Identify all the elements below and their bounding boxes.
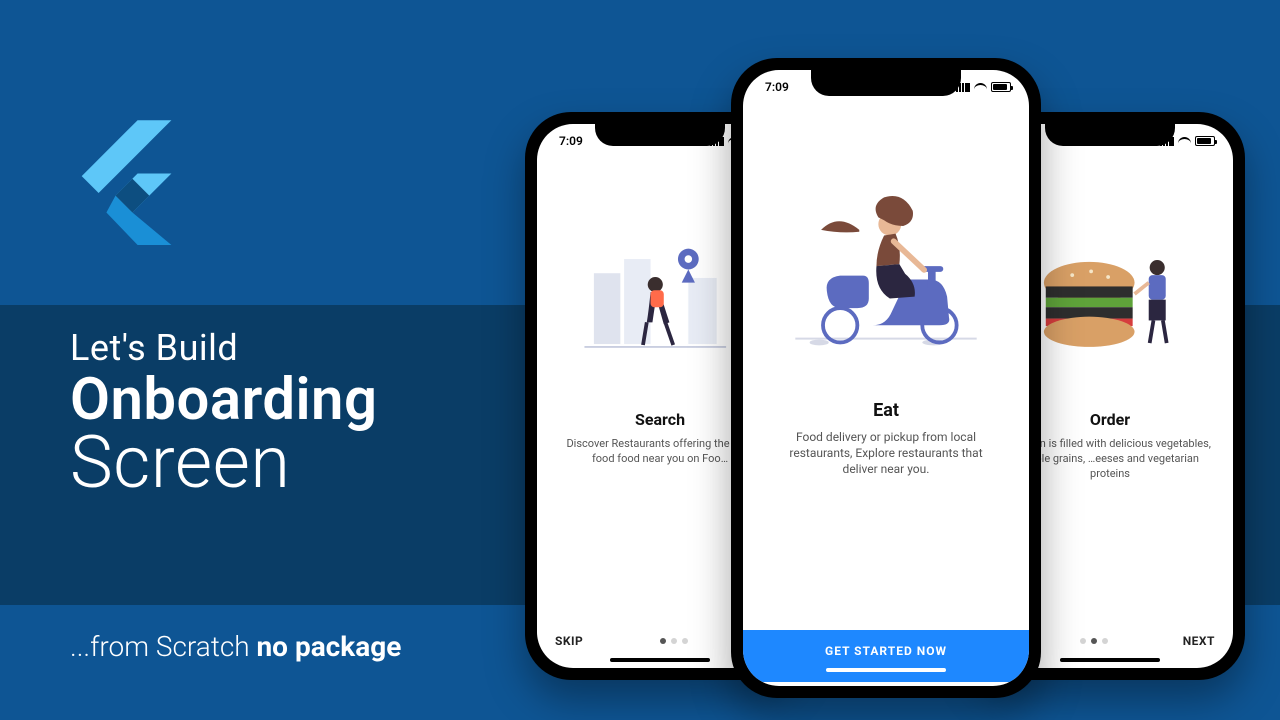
skip-button[interactable]: SKIP — [555, 634, 583, 648]
home-indicator — [1060, 658, 1160, 662]
flutter-logo-icon — [70, 115, 200, 249]
page-dots — [660, 638, 688, 644]
battery-icon — [1195, 136, 1215, 146]
subtitle: ...from Scratch no package — [70, 630, 401, 663]
phone-center: 7:09 — [731, 58, 1041, 698]
subtitle-bold: no package — [256, 630, 401, 663]
wifi-icon — [1178, 137, 1191, 146]
battery-icon — [991, 82, 1011, 92]
onboarding-title: Order — [1090, 410, 1130, 429]
dot-2 — [1091, 638, 1097, 644]
onboarding-description: Food delivery or pickup from local resta… — [759, 429, 1013, 478]
home-indicator — [610, 658, 710, 662]
page-dots — [1080, 638, 1108, 644]
dot-3 — [682, 638, 688, 644]
status-time: 7:09 — [765, 80, 789, 94]
get-started-button[interactable]: GET STARTED NOW — [743, 630, 1029, 682]
onboarding-title: Search — [635, 410, 685, 429]
dot-3 — [1102, 638, 1108, 644]
headline-line-1: Let's Build — [70, 330, 377, 368]
phone-mockups: 7:09 — [525, 58, 1245, 708]
home-indicator — [826, 668, 946, 672]
onboarding-illustration-eat — [781, 180, 991, 370]
onboarding-illustration-search — [575, 222, 745, 382]
dot-1 — [660, 638, 666, 644]
dot-2 — [671, 638, 677, 644]
headline-text: Let's Build Onboarding Screen — [70, 330, 377, 500]
subtitle-prefix: ...from Scratch — [70, 630, 256, 663]
dot-1 — [1080, 638, 1086, 644]
onboarding-illustration-order — [1025, 222, 1195, 382]
phone-notch — [1045, 124, 1175, 146]
status-time: 7:09 — [559, 134, 583, 148]
headline-line-3: Screen — [70, 425, 377, 501]
wifi-icon — [974, 83, 987, 92]
next-button[interactable]: NEXT — [1183, 634, 1215, 648]
onboarding-title: Eat — [873, 400, 899, 421]
phone-notch — [595, 124, 725, 146]
phone-notch — [811, 70, 961, 96]
